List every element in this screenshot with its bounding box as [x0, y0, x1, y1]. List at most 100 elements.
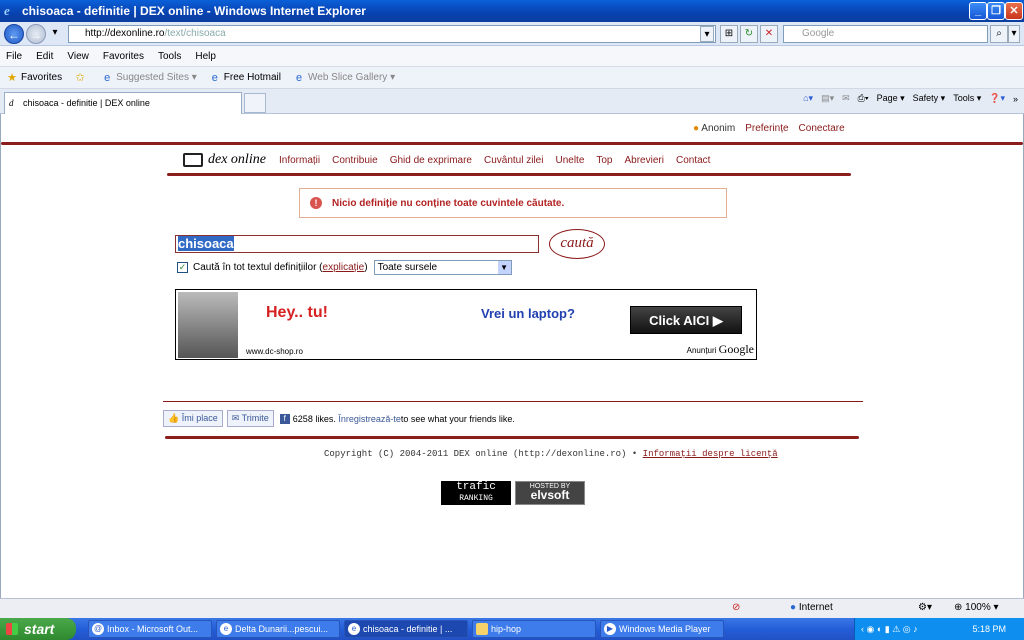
- chevron-down-icon: ▼: [497, 261, 511, 274]
- compat-view-icon[interactable]: ⊞: [720, 25, 738, 43]
- history-dropdown-icon[interactable]: ▾: [48, 25, 62, 43]
- nav-top[interactable]: Top: [596, 155, 612, 166]
- back-button[interactable]: ←: [4, 24, 24, 44]
- clock[interactable]: 5:18 PM: [972, 624, 1006, 634]
- address-bar[interactable]: http://dexonline.ro/text/chisoaca: [68, 25, 716, 43]
- search-icon[interactable]: ⌕: [990, 25, 1008, 43]
- new-tab-button[interactable]: [244, 93, 266, 113]
- command-bar: ⌂▾ ▤▾ ✉ ⎙▾ Page ▾ Safety ▾ Tools ▾ ❓▾ »: [795, 93, 1018, 104]
- mail-icon[interactable]: ✉: [842, 93, 850, 104]
- nav-ghid[interactable]: Ghid de exprimare: [390, 155, 472, 166]
- security-icon[interactable]: ⚙▾: [918, 602, 932, 613]
- license-link[interactable]: Informații despre licență: [643, 449, 778, 459]
- add-star-icon: ✩: [75, 71, 85, 84]
- system-tray: ‹ ◉ ◐ ▮ ⚠ ◎ ♪ 5:18 PM: [854, 618, 1024, 640]
- tray-icons[interactable]: ‹ ◉ ◐ ▮ ⚠ ◎ ♪: [861, 618, 918, 640]
- social-bar: 👍 Îmi place ✉ Trimite f 6258 likes. Înre…: [163, 410, 515, 427]
- feeds-icon[interactable]: ▤▾: [821, 93, 834, 104]
- elvsoft-badge[interactable]: HOSTED BY elvsoft: [515, 481, 585, 505]
- nav-abrevieri[interactable]: Abrevieri: [625, 155, 664, 166]
- print-icon[interactable]: ⎙▾: [858, 93, 869, 104]
- ad-cta-button[interactable]: Click AICI ▶: [630, 306, 742, 334]
- content-divider: [163, 401, 863, 402]
- address-dropdown-icon[interactable]: ▾: [700, 26, 714, 42]
- tab-current[interactable]: d chisoaca - definitie | DEX online: [4, 92, 242, 114]
- folder-icon: [476, 623, 488, 635]
- menu-tools[interactable]: Tools: [158, 51, 181, 62]
- explain-link[interactable]: explicație: [323, 262, 365, 273]
- menu-edit[interactable]: Edit: [36, 51, 53, 62]
- task-outlook[interactable]: @ Inbox - Microsoft Out...: [88, 620, 212, 638]
- site-logo[interactable]: dex online: [183, 152, 266, 168]
- forward-button[interactable]: →: [26, 24, 46, 44]
- preferences-link[interactable]: Preferințe: [745, 123, 788, 134]
- start-button[interactable]: start: [0, 618, 76, 640]
- maximize-button[interactable]: ❐: [987, 2, 1005, 20]
- task-media-player[interactable]: ▶ Windows Media Player: [600, 620, 724, 638]
- ad-headline: Hey.. tu!: [266, 304, 328, 321]
- sources-select[interactable]: Toate sursele ▼: [373, 260, 512, 275]
- task-hip-hop[interactable]: hip-hop: [472, 620, 596, 638]
- address-toolbar: ← → ▾ http://dexonline.ro/text/chisoaca …: [0, 22, 1024, 46]
- close-button[interactable]: ✕: [1005, 2, 1023, 20]
- windows-flag-icon: [6, 623, 18, 635]
- chevron-right-icon[interactable]: »: [1013, 94, 1018, 104]
- task-chisoaca[interactable]: e chisoaca - definitie | ...: [344, 620, 468, 638]
- suggested-sites-link[interactable]: e Suggested Sites ▾: [101, 72, 197, 84]
- search-button[interactable]: caută: [549, 229, 605, 259]
- window-titlebar[interactable]: e chisoaca - definitie | DEX online - Wi…: [0, 0, 1024, 22]
- nav-unelte[interactable]: Unelte: [555, 155, 584, 166]
- search-options-icon[interactable]: ▾: [1008, 25, 1020, 43]
- register-link[interactable]: Înregistrează-te: [338, 414, 401, 424]
- user-anon[interactable]: ● Anonim: [693, 123, 735, 134]
- definition-search-input[interactable]: chisoaca: [175, 235, 539, 253]
- ie-icon: e: [348, 623, 360, 635]
- safety-menu[interactable]: Safety ▾: [913, 93, 946, 104]
- search-input[interactable]: Google: [783, 25, 988, 43]
- menu-help[interactable]: Help: [195, 51, 216, 62]
- nav-contribuie[interactable]: Contribuie: [332, 155, 378, 166]
- minimize-button[interactable]: _: [969, 2, 987, 20]
- page-content: ● Anonim Preferințe Conectare dex online…: [0, 114, 1024, 598]
- send-button[interactable]: ✉ Trimite: [226, 410, 274, 427]
- refresh-icon[interactable]: ↻: [740, 25, 758, 43]
- ie-icon: e: [4, 3, 10, 18]
- likes-count: 6258 likes.: [292, 413, 336, 424]
- like-button[interactable]: 👍 Îmi place: [163, 410, 223, 427]
- tab-bar: d chisoaca - definitie | DEX online ⌂▾ ▤…: [0, 89, 1024, 114]
- free-hotmail-link[interactable]: e Free Hotmail: [209, 72, 281, 84]
- zoom-level[interactable]: ⊕ 100% ▾: [954, 602, 999, 613]
- ad-banner[interactable]: Hey.. tu! Vrei un laptop? Click AICI ▶ w…: [175, 289, 757, 360]
- page-menu[interactable]: Page ▾: [877, 93, 905, 104]
- status-bar: ⊘ ● Internet ⚙▾ ⊕ 100% ▾: [0, 598, 1024, 618]
- nav-underline: [167, 173, 851, 176]
- stop-icon[interactable]: ✕: [760, 25, 778, 43]
- fulltext-checkbox[interactable]: ✓: [177, 262, 188, 273]
- ie-icon: e: [211, 71, 218, 84]
- user-bar: ● Anonim Preferințe Conectare: [693, 123, 845, 134]
- menu-file[interactable]: File: [6, 51, 22, 62]
- outlook-icon: @: [92, 623, 104, 635]
- fulltext-option: ✓ Caută în tot textul definițiilor (expl…: [177, 260, 512, 275]
- help-icon[interactable]: ❓▾: [989, 93, 1005, 104]
- tools-menu[interactable]: Tools ▾: [953, 93, 981, 104]
- home-icon[interactable]: ⌂▾: [803, 93, 813, 104]
- nav-contact[interactable]: Contact: [676, 155, 710, 166]
- nav-cuvantul-zilei[interactable]: Cuvântul zilei: [484, 155, 543, 166]
- media-player-icon: ▶: [604, 623, 616, 635]
- ad-offer: Vrei un laptop?: [481, 306, 575, 321]
- task-delta-dunarii[interactable]: e Delta Dunarii...pescui...: [216, 620, 340, 638]
- register-rest: to see what your friends like.: [400, 413, 515, 424]
- add-favorite-button[interactable]: ✩: [74, 72, 89, 84]
- menu-view[interactable]: View: [67, 51, 89, 62]
- trafic-ranking-badge[interactable]: trafic RANKING: [441, 481, 511, 505]
- copyright: Copyright (C) 2004-2011 DEX online (http…: [324, 449, 778, 459]
- ads-by-google[interactable]: Anunțuri Google: [687, 342, 754, 357]
- web-slice-gallery-link[interactable]: e Web Slice Gallery ▾: [293, 72, 395, 84]
- url-path: /text/chisoaca: [164, 28, 226, 39]
- menu-favorites[interactable]: Favorites: [103, 51, 144, 62]
- login-link[interactable]: Conectare: [799, 123, 845, 134]
- nav-informatii[interactable]: Informații: [279, 155, 320, 166]
- site-nav: Informații Contribuie Ghid de exprimare …: [279, 155, 722, 166]
- favorites-button[interactable]: ★ Favorites: [6, 72, 62, 84]
